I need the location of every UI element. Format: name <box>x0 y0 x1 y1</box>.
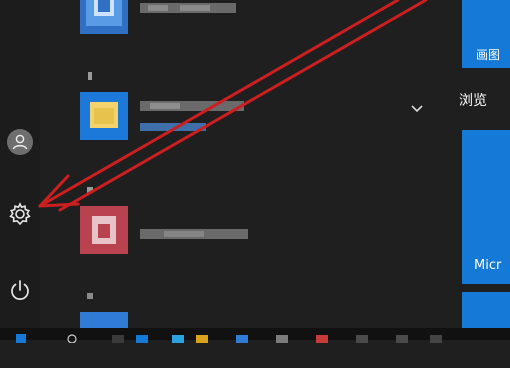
app-icon <box>80 206 128 254</box>
gear-icon <box>7 201 33 231</box>
app-list <box>40 0 455 328</box>
app-icon <box>80 312 128 328</box>
taskbar <box>0 328 510 344</box>
start-left-rail <box>0 0 40 340</box>
tile-microsoft[interactable]: Micr <box>462 130 510 284</box>
power-button[interactable] <box>0 272 40 312</box>
app-name-blurred <box>140 0 240 14</box>
tile-label: Micr <box>474 258 502 273</box>
tile-paint[interactable]: 画图 <box>462 0 510 68</box>
user-icon <box>7 129 33 159</box>
settings-button[interactable] <box>0 196 40 236</box>
tile-group-label[interactable]: 浏览 <box>459 90 487 110</box>
app-icon <box>80 92 128 140</box>
app-icon <box>80 0 128 34</box>
tile-partial[interactable] <box>462 292 510 332</box>
letter-header[interactable] <box>85 180 95 193</box>
app-name-blurred <box>140 98 250 112</box>
tile-area: 画图 浏览 Micr <box>455 0 510 332</box>
power-icon <box>8 278 32 306</box>
app-list-item[interactable] <box>40 0 455 42</box>
tile-label: 画图 <box>476 48 501 62</box>
app-list-item[interactable] <box>40 206 455 262</box>
user-account-button[interactable] <box>0 124 40 164</box>
app-list-item[interactable] <box>40 92 455 148</box>
letter-header[interactable] <box>85 66 95 80</box>
app-name-blurred <box>140 226 250 240</box>
app-subtitle-blurred <box>140 118 210 132</box>
chevron-down-icon[interactable] <box>410 99 424 113</box>
letter-header[interactable] <box>85 286 95 299</box>
